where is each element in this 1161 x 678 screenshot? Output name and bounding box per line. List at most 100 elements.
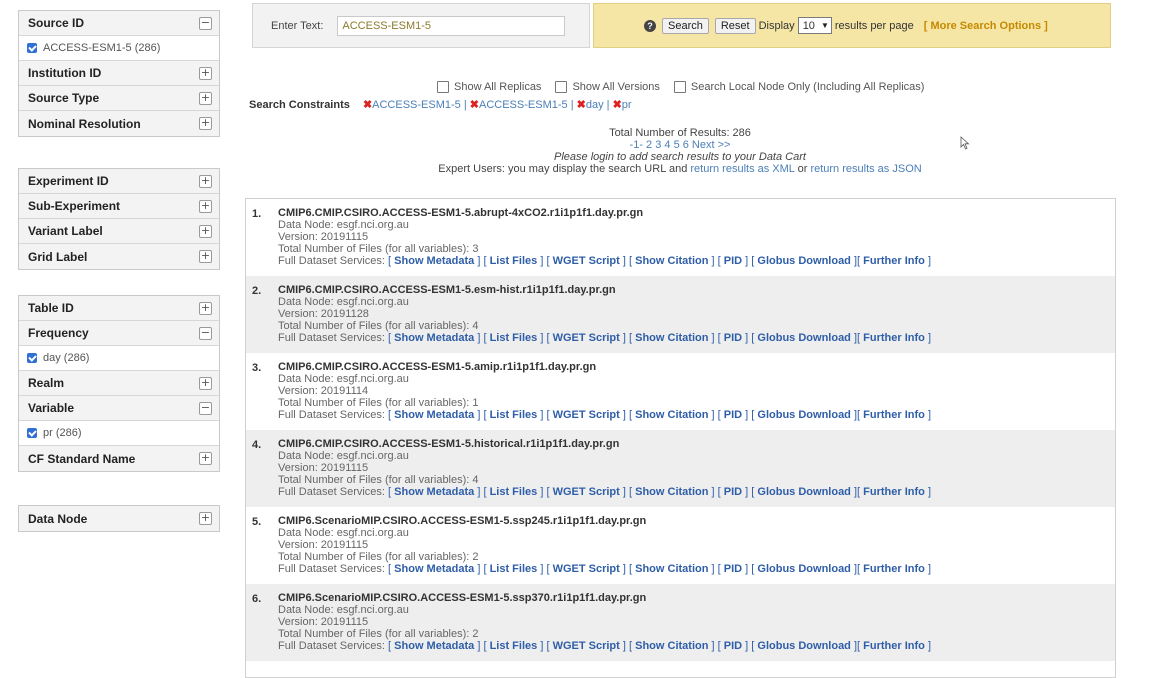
- facet-variable[interactable]: Variable −: [19, 396, 219, 421]
- checkbox-checked-icon[interactable]: [27, 428, 37, 438]
- more-search-options-link[interactable]: [ More Search Options ]: [924, 20, 1048, 32]
- checkbox-icon[interactable]: [437, 81, 449, 93]
- expand-icon[interactable]: +: [199, 66, 212, 80]
- facet-cf-standard-name[interactable]: CF Standard Name +: [19, 446, 219, 471]
- expand-icon[interactable]: +: [199, 301, 212, 315]
- facet-value-source-id[interactable]: ACCESS-ESM1-5 (286): [19, 36, 219, 61]
- help-icon[interactable]: ?: [644, 19, 656, 32]
- facet-value-frequency[interactable]: day (286): [19, 346, 219, 371]
- globus-download-link[interactable]: Globus Download: [757, 255, 851, 267]
- expand-icon[interactable]: +: [199, 452, 212, 465]
- expand-icon[interactable]: +: [199, 224, 212, 238]
- globus-download-link[interactable]: Globus Download: [757, 640, 851, 652]
- list-files-link[interactable]: List Files: [490, 255, 538, 267]
- list-files-link[interactable]: List Files: [490, 409, 538, 421]
- expand-icon[interactable]: +: [199, 117, 212, 130]
- expand-icon[interactable]: +: [199, 250, 212, 263]
- constraint-item[interactable]: day |: [586, 99, 610, 111]
- reset-button[interactable]: Reset: [714, 17, 756, 34]
- show-metadata-link[interactable]: Show Metadata: [394, 409, 474, 421]
- checkbox-icon[interactable]: [555, 81, 568, 93]
- file-count: Total Number of Files (for all variables…: [278, 628, 479, 640]
- show-citation-link[interactable]: Show Citation: [635, 255, 708, 267]
- search-button[interactable]: Search: [662, 17, 709, 34]
- collapse-icon[interactable]: −: [199, 401, 212, 415]
- pid-link[interactable]: PID: [724, 563, 742, 575]
- show-all-versions-option[interactable]: Show All Versions: [555, 81, 660, 93]
- show-metadata-link[interactable]: Show Metadata: [394, 640, 474, 652]
- expand-icon[interactable]: +: [199, 376, 212, 390]
- per-page-select[interactable]: 10 ▼: [797, 17, 832, 34]
- constraint-item[interactable]: pr: [622, 99, 632, 111]
- facet-nominal-resolution[interactable]: Nominal Resolution +: [19, 111, 219, 136]
- show-citation-link[interactable]: Show Citation: [635, 332, 708, 344]
- remove-icon[interactable]: ✖: [363, 99, 372, 111]
- pid-link[interactable]: PID: [724, 409, 742, 421]
- facet-realm[interactable]: Realm +: [19, 371, 219, 396]
- expand-icon[interactable]: +: [199, 91, 212, 105]
- further-info-link[interactable]: Further Info: [863, 486, 925, 498]
- checkbox-icon[interactable]: [673, 81, 686, 93]
- show-citation-link[interactable]: Show Citation: [635, 640, 708, 652]
- further-info-link[interactable]: Further Info: [863, 255, 925, 267]
- pid-link[interactable]: PID: [724, 332, 742, 344]
- facet-source-id[interactable]: Source ID −: [19, 11, 219, 36]
- globus-download-link[interactable]: Globus Download: [757, 409, 851, 421]
- show-metadata-link[interactable]: Show Metadata: [394, 332, 474, 344]
- facet-experiment-id[interactable]: Experiment ID +: [19, 169, 219, 194]
- list-files-link[interactable]: List Files: [490, 332, 538, 344]
- expand-icon[interactable]: +: [199, 174, 212, 188]
- pid-link[interactable]: PID: [724, 255, 742, 267]
- show-citation-link[interactable]: Show Citation: [635, 486, 708, 498]
- list-files-link[interactable]: List Files: [490, 640, 538, 652]
- pid-link[interactable]: PID: [724, 486, 742, 498]
- remove-icon[interactable]: ✖: [613, 99, 622, 111]
- wget-script-link[interactable]: WGET Script: [553, 255, 620, 267]
- wget-script-link[interactable]: WGET Script: [553, 563, 620, 575]
- facet-frequency[interactable]: Frequency −: [19, 321, 219, 346]
- checkbox-checked-icon[interactable]: [27, 353, 37, 363]
- show-citation-link[interactable]: Show Citation: [635, 409, 708, 421]
- facet-source-type[interactable]: Source Type +: [19, 86, 219, 111]
- wget-script-link[interactable]: WGET Script: [553, 332, 620, 344]
- facet-table-id[interactable]: Table ID +: [19, 296, 219, 321]
- facet-grid-label[interactable]: Grid Label +: [19, 244, 219, 269]
- list-files-link[interactable]: List Files: [490, 486, 538, 498]
- facet-institution-id[interactable]: Institution ID +: [19, 61, 219, 86]
- search-input[interactable]: ACCESS-ESM1-5: [337, 15, 566, 36]
- collapse-icon[interactable]: −: [199, 326, 212, 340]
- further-info-link[interactable]: Further Info: [863, 409, 925, 421]
- further-info-link[interactable]: Further Info: [863, 332, 925, 344]
- further-info-link[interactable]: Further Info: [863, 563, 925, 575]
- show-all-replicas-option[interactable]: Show All Replicas: [437, 81, 541, 93]
- facet-sub-experiment[interactable]: Sub-Experiment +: [19, 194, 219, 219]
- checkbox-checked-icon[interactable]: [27, 43, 37, 53]
- globus-download-link[interactable]: Globus Download: [757, 563, 851, 575]
- remove-icon[interactable]: ✖: [577, 99, 586, 111]
- remove-icon[interactable]: ✖: [470, 99, 479, 111]
- pid-link[interactable]: PID: [724, 640, 742, 652]
- facet-variant-label[interactable]: Variant Label +: [19, 219, 219, 244]
- wget-script-link[interactable]: WGET Script: [553, 409, 620, 421]
- globus-download-link[interactable]: Globus Download: [757, 332, 851, 344]
- facet-value-variable[interactable]: pr (286): [19, 421, 219, 446]
- search-local-option[interactable]: Search Local Node Only (Including All Re…: [673, 81, 924, 93]
- facet-data-node[interactable]: Data Node +: [19, 506, 219, 531]
- collapse-icon[interactable]: −: [199, 16, 212, 30]
- show-citation-link[interactable]: Show Citation: [635, 563, 708, 575]
- show-metadata-link[interactable]: Show Metadata: [394, 255, 474, 267]
- further-info-link[interactable]: Further Info: [863, 640, 925, 652]
- wget-script-link[interactable]: WGET Script: [553, 640, 620, 652]
- expand-icon[interactable]: +: [199, 199, 212, 213]
- json-link[interactable]: return results as JSON: [810, 163, 921, 175]
- expand-icon[interactable]: +: [199, 512, 212, 525]
- wget-script-link[interactable]: WGET Script: [553, 486, 620, 498]
- pagination[interactable]: -1- 2 3 4 5 6 Next >>: [249, 139, 1111, 151]
- list-files-link[interactable]: List Files: [490, 563, 538, 575]
- show-metadata-link[interactable]: Show Metadata: [394, 563, 474, 575]
- globus-download-link[interactable]: Globus Download: [757, 486, 851, 498]
- show-metadata-link[interactable]: Show Metadata: [394, 486, 474, 498]
- constraint-item[interactable]: ACCESS-ESM1-5 |: [372, 99, 467, 111]
- constraint-item[interactable]: ACCESS-ESM1-5 |: [479, 99, 574, 111]
- xml-link[interactable]: return results as XML: [690, 163, 794, 175]
